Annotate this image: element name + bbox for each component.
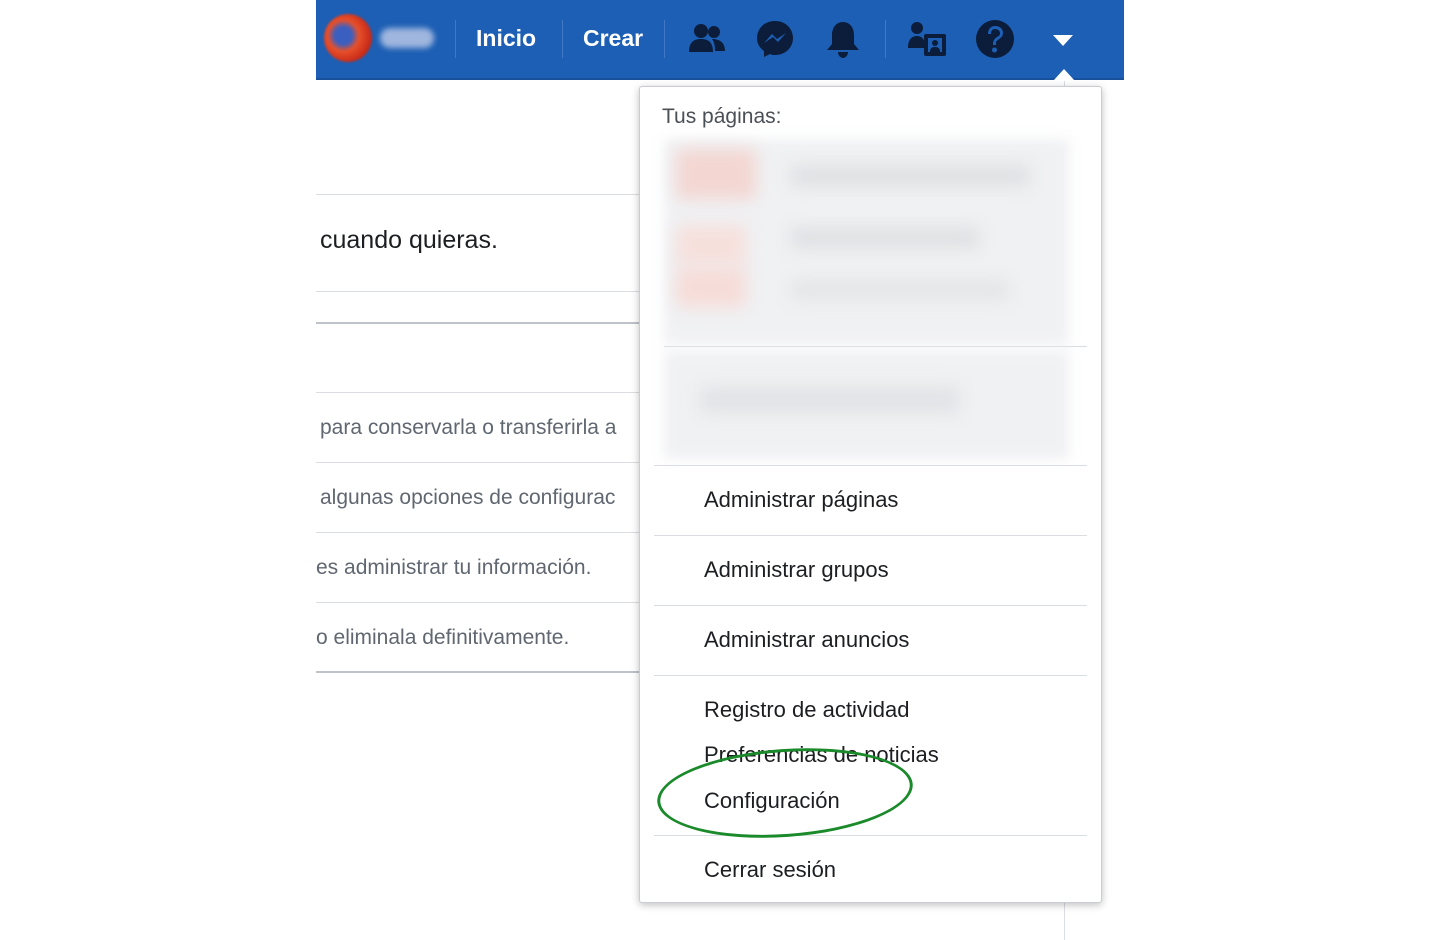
blurred-page-name — [790, 279, 1010, 301]
nav-separator — [885, 20, 886, 58]
menu-divider — [654, 835, 1087, 836]
nav-separator — [664, 20, 665, 58]
dropdown-pointer — [1053, 69, 1075, 81]
divider — [316, 602, 646, 603]
divider — [316, 671, 646, 673]
info-text: cuando quieras. — [320, 226, 498, 254]
nav-separator — [455, 20, 456, 58]
menu-divider — [664, 346, 1087, 347]
news-feed-preferences-item[interactable]: Preferencias de noticias — [704, 742, 939, 768]
account-menu-caret-icon[interactable] — [1042, 18, 1084, 60]
messenger-icon[interactable] — [754, 18, 796, 60]
divider — [316, 194, 646, 195]
quick-help-icon[interactable] — [906, 18, 948, 60]
settings-row-text[interactable]: es administrar tu información. — [316, 556, 591, 580]
your-pages-heading: Tus páginas: — [662, 105, 782, 128]
profile-name-blurred[interactable] — [380, 28, 434, 48]
divider — [316, 322, 646, 324]
logout-item[interactable]: Cerrar sesión — [704, 857, 836, 883]
settings-row-text[interactable]: algunas opciones de configurac — [320, 486, 615, 510]
blurred-page-avatar — [676, 225, 746, 265]
activity-log-item[interactable]: Registro de actividad — [704, 697, 909, 723]
blurred-page-avatar — [676, 149, 756, 199]
account-dropdown-menu: Tus páginas: Administrar páginas Adminis… — [639, 86, 1102, 903]
notifications-bell-icon[interactable] — [822, 18, 864, 60]
blurred-page-name — [790, 165, 1030, 187]
blurred-text — [700, 387, 960, 413]
settings-row-text[interactable]: para conservarla o transferirla a — [320, 416, 616, 440]
manage-groups-item[interactable]: Administrar grupos — [704, 557, 889, 583]
profile-avatar[interactable] — [324, 14, 372, 62]
blurred-page-name — [790, 227, 980, 249]
friends-icon[interactable] — [686, 18, 728, 60]
divider — [316, 532, 646, 533]
menu-divider — [654, 675, 1087, 676]
settings-row-text[interactable]: o eliminala definitivamente. — [316, 626, 569, 650]
manage-ads-item[interactable]: Administrar anuncios — [704, 627, 909, 653]
help-icon[interactable] — [974, 18, 1016, 60]
settings-item[interactable]: Configuración — [704, 788, 840, 814]
nav-create-link[interactable]: Crear — [583, 22, 643, 54]
menu-divider — [654, 535, 1087, 536]
menu-divider — [654, 465, 1087, 466]
divider — [316, 291, 646, 292]
divider — [316, 462, 646, 463]
manage-pages-item[interactable]: Administrar páginas — [704, 487, 898, 513]
nav-home-link[interactable]: Inicio — [476, 22, 536, 54]
blurred-page-avatar — [676, 267, 746, 307]
menu-divider — [654, 605, 1087, 606]
nav-separator — [562, 20, 563, 58]
divider — [316, 392, 646, 393]
